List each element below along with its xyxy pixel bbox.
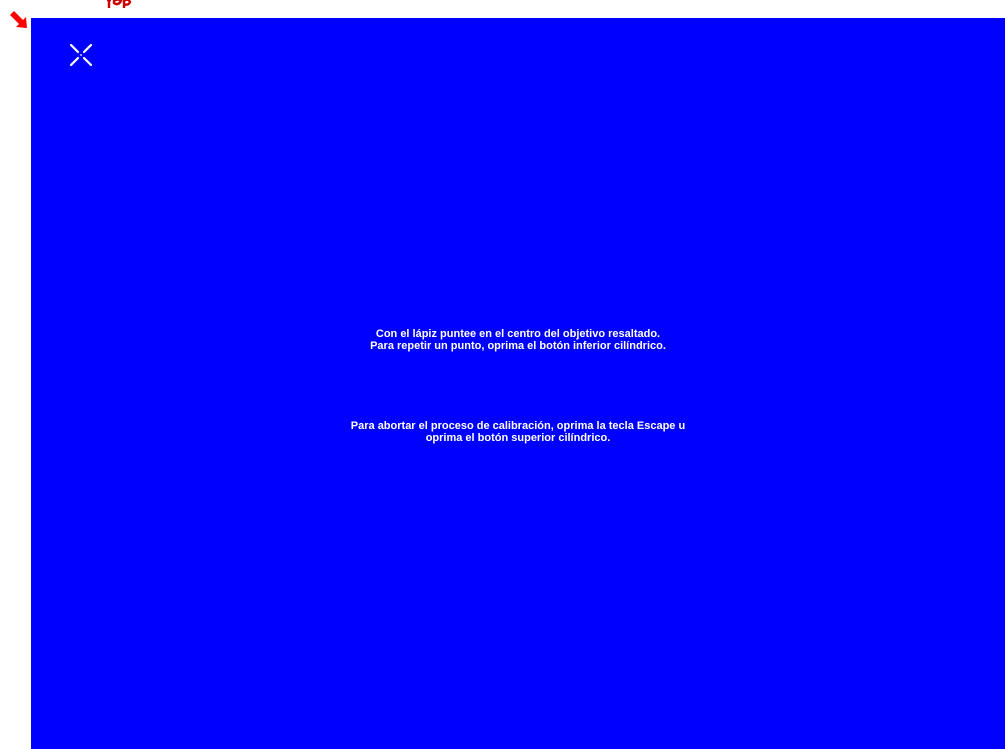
instruction-line-1: Con el lápiz puntee en el centro del obj… bbox=[375, 328, 661, 340]
abort-line-1: Para abortar el proceso de calibración, … bbox=[350, 420, 686, 432]
abort-line-2: oprima el botón superior cilíndrico. bbox=[425, 432, 611, 444]
annotation-fragment-icon bbox=[107, 0, 132, 8]
instruction-line-2: Para repetir un punto, oprima el botón i… bbox=[370, 340, 666, 352]
abort-instruction-text: Para abortar el proceso de calibración, … bbox=[31, 420, 1005, 444]
calibration-target-icon[interactable] bbox=[69, 43, 93, 67]
calibration-screen[interactable]: Con el lápiz puntee en el centro del obj… bbox=[31, 18, 1005, 749]
instruction-text: Con el lápiz puntee en el centro del obj… bbox=[31, 328, 1005, 352]
screenshot-page: Con el lápiz puntee en el centro del obj… bbox=[0, 0, 1005, 749]
red-arrow-icon bbox=[10, 11, 27, 28]
